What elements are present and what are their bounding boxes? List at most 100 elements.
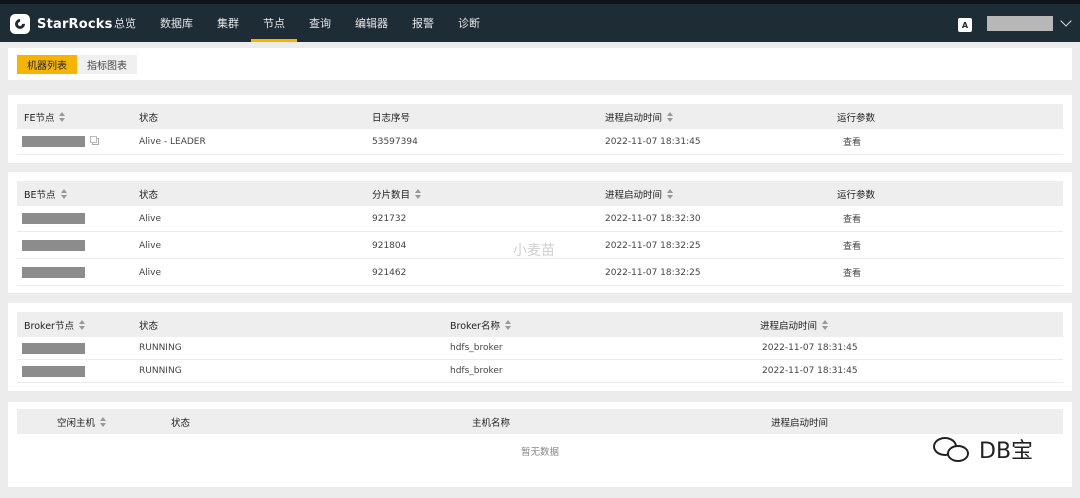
fe-nodes-panel: FE节点 状态 日志序号 进程启动时间 运行参数 Alive - LEADER … [8, 95, 1072, 163]
header-cell[interactable]: Broker名称 [450, 312, 511, 337]
view-tabs: 机器列表 指标图表 [8, 48, 1072, 80]
header-cell: 状态 [171, 417, 191, 429]
status-cell: RUNNING [139, 343, 182, 353]
redacted-host [22, 342, 85, 354]
start-time-cell: 2022-11-07 18:32:25 [605, 267, 701, 278]
sort-icon[interactable] [60, 188, 67, 199]
header-cell[interactable]: 进程启动时间 [605, 181, 674, 206]
start-time-cell: 2022-11-07 18:31:45 [762, 366, 858, 376]
sort-icon[interactable] [504, 319, 511, 330]
tab-machine-list[interactable]: 机器列表 [17, 55, 77, 74]
tab-metrics-charts[interactable]: 指标图表 [77, 55, 137, 74]
app-logo[interactable]: StarRocks [10, 12, 113, 36]
language-icon[interactable]: A [958, 18, 972, 32]
table-row: Alive 921462 2022-11-07 18:32:25 查看 [17, 260, 1063, 286]
status-cell: Alive [139, 213, 162, 224]
sort-icon[interactable] [415, 188, 422, 199]
status-cell: Alive [139, 267, 162, 278]
header-cell[interactable]: 进程启动时间 [760, 312, 829, 337]
view-params-link[interactable]: 查看 [843, 206, 861, 231]
view-params-link[interactable]: 查看 [843, 233, 861, 258]
nav-item-overview[interactable]: 总览 [102, 4, 148, 42]
host-cell [22, 129, 99, 154]
redacted-host [22, 365, 85, 377]
user-menu-redacted[interactable] [987, 16, 1053, 31]
header-cell: 状态 [139, 189, 159, 201]
redacted-host [22, 136, 85, 147]
nav-item-diagnostics[interactable]: 诊断 [446, 4, 492, 42]
tablets-cell: 921804 [372, 240, 407, 251]
table-header: FE节点 状态 日志序号 进程启动时间 运行参数 [17, 104, 1063, 129]
host-cell [22, 360, 85, 382]
header-cell[interactable]: 空闲主机 [57, 409, 107, 434]
host-cell [22, 337, 85, 359]
status-cell: RUNNING [139, 366, 182, 376]
redacted-host [22, 267, 85, 278]
header-cell[interactable]: 分片数目 [372, 181, 422, 206]
header-cell: 日志序号 [372, 112, 411, 124]
broker-nodes-panel: Broker节点 状态 Broker名称 进程启动时间 RUNNING hdfs… [8, 303, 1072, 391]
start-time-cell: 2022-11-07 18:32:30 [605, 213, 701, 224]
header-cell: 状态 [139, 320, 159, 332]
redacted-host [22, 213, 85, 224]
header-cell[interactable]: 进程启动时间 [605, 104, 674, 129]
sort-icon[interactable] [59, 111, 66, 122]
view-params-link[interactable]: 查看 [843, 129, 861, 154]
table-row: RUNNING hdfs_broker 2022-11-07 18:31:45 [17, 360, 1063, 383]
be-nodes-panel: BE节点 状态 分片数目 进程启动时间 运行参数 Alive 921732 20… [8, 172, 1072, 293]
sort-icon[interactable] [78, 319, 85, 330]
idle-hosts-panel: 空闲主机 状态 主机名称 进程启动时间 暂无数据 [8, 402, 1072, 487]
table-header: 空闲主机 状态 主机名称 进程启动时间 [17, 409, 1063, 434]
start-time-cell: 2022-11-07 18:31:45 [762, 343, 858, 353]
broker-name-cell: hdfs_broker [450, 343, 503, 353]
table-row: Alive 921732 2022-11-07 18:32:30 查看 [17, 206, 1063, 232]
header-cell: 主机名称 [472, 417, 511, 429]
header-cell[interactable]: FE节点 [24, 104, 66, 129]
header-cell[interactable]: Broker节点 [24, 312, 85, 337]
main-nav: 总览 数据库 集群 节点 查询 编辑器 报警 诊断 [102, 4, 492, 42]
broker-nodes-table: Broker节点 状态 Broker名称 进程启动时间 RUNNING hdfs… [17, 312, 1063, 384]
be-nodes-table: BE节点 状态 分片数目 进程启动时间 运行参数 Alive 921732 20… [17, 181, 1063, 286]
broker-name-cell: hdfs_broker [450, 366, 503, 376]
table-row: Alive - LEADER 53597394 2022-11-07 18:31… [17, 129, 1063, 155]
nav-item-editor[interactable]: 编辑器 [343, 4, 400, 42]
nav-item-cluster[interactable]: 集群 [205, 4, 251, 42]
host-cell [22, 260, 85, 285]
host-cell [22, 206, 85, 231]
sort-icon[interactable] [100, 416, 107, 427]
brand-watermark-text: DB宝 [979, 439, 1034, 464]
wechat-icon [933, 434, 971, 464]
nav-item-queries[interactable]: 查询 [297, 4, 343, 42]
table-header: Broker节点 状态 Broker名称 进程启动时间 [17, 312, 1063, 337]
tablets-cell: 921462 [372, 267, 407, 278]
header-cell: 状态 [139, 112, 159, 124]
copy-icon[interactable] [90, 136, 99, 145]
idle-hosts-table: 空闲主机 状态 主机名称 进程启动时间 暂无数据 [17, 409, 1063, 479]
start-time-cell: 2022-11-07 18:32:25 [605, 240, 701, 251]
nav-item-nodes[interactable]: 节点 [251, 4, 297, 42]
header-cell[interactable]: BE节点 [24, 181, 67, 206]
status-cell: Alive [139, 240, 162, 251]
nav-item-databases[interactable]: 数据库 [148, 4, 205, 42]
top-navbar: StarRocks 总览 数据库 集群 节点 查询 编辑器 报警 诊断 A [0, 0, 1080, 42]
table-header: BE节点 状态 分片数目 进程启动时间 运行参数 [17, 181, 1063, 206]
starrocks-logo-icon [10, 14, 30, 34]
sort-icon[interactable] [822, 319, 829, 330]
header-cell: 运行参数 [837, 189, 876, 201]
status-cell: Alive - LEADER [139, 136, 206, 147]
journal-cell: 53597394 [372, 136, 418, 147]
sort-icon[interactable] [667, 111, 674, 122]
nav-item-alerts[interactable]: 报警 [400, 4, 446, 42]
brand-watermark: DB宝 [933, 433, 1033, 465]
sort-icon[interactable] [667, 188, 674, 199]
table-row: RUNNING hdfs_broker 2022-11-07 18:31:45 [17, 337, 1063, 360]
header-cell: 进程启动时间 [771, 417, 829, 429]
view-params-link[interactable]: 查看 [843, 260, 861, 285]
redacted-host [22, 240, 85, 251]
chevron-down-icon[interactable] [1060, 15, 1072, 27]
watermark-text: 小麦苗 [513, 243, 555, 259]
fe-nodes-table: FE节点 状态 日志序号 进程启动时间 运行参数 Alive - LEADER … [17, 104, 1063, 156]
header-cell: 运行参数 [837, 112, 876, 124]
tablets-cell: 921732 [372, 213, 407, 224]
host-cell [22, 233, 85, 258]
